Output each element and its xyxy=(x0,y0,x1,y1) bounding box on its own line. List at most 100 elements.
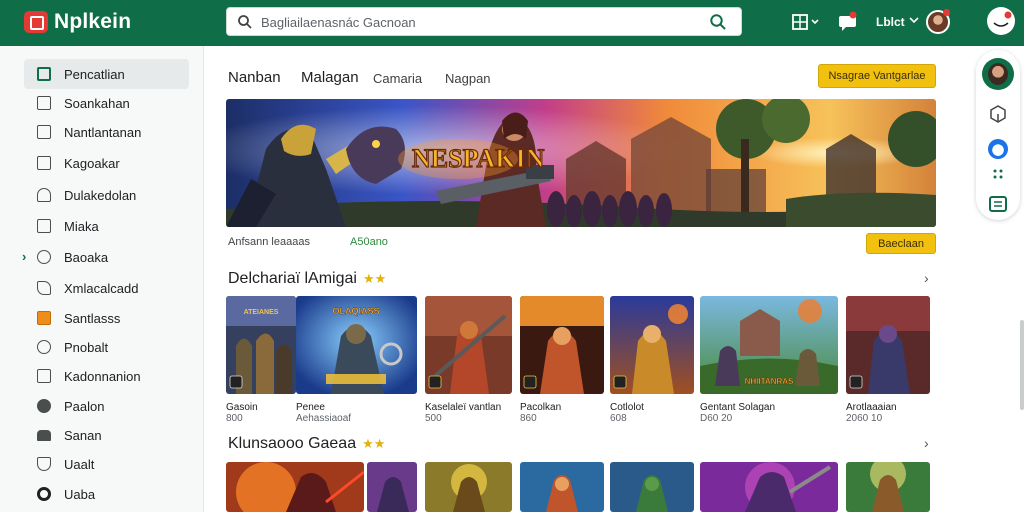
sidebar-item-1[interactable]: Soankahan xyxy=(24,88,189,118)
game-card-art[interactable] xyxy=(700,462,838,512)
chat-icon[interactable] xyxy=(838,11,858,33)
section-title-text: Delchariaï lAmigai xyxy=(228,270,357,287)
sidebar-item-7[interactable]: Xmlacalcadd xyxy=(24,273,189,303)
stars-icon: ★★ xyxy=(362,271,387,286)
card-meta: Aehassiaoaf xyxy=(296,413,352,424)
game-card[interactable]: Arotlaaaian 2060 10 xyxy=(846,296,930,424)
sidebar-item-0[interactable]: Pencatlian xyxy=(24,59,189,89)
flag-icon xyxy=(37,311,51,325)
tab-3[interactable]: Nagpan xyxy=(445,71,491,86)
apps-grid-icon[interactable] xyxy=(792,13,820,31)
search-submit-icon[interactable] xyxy=(709,13,727,31)
banner-cta-button[interactable]: Baeclaan xyxy=(866,233,936,254)
card-art-text: OLAQIASS xyxy=(332,306,379,316)
card-title: Cotlolot xyxy=(610,402,644,413)
top-cta-button[interactable]: Nsagrae Vantgarlae xyxy=(818,64,936,88)
sidebar-item-label: Paalon xyxy=(64,398,105,414)
sidebar-item-4[interactable]: Dulakedolan xyxy=(24,180,189,210)
sidebar-item-13[interactable]: Uaalt xyxy=(24,449,189,479)
book-icon xyxy=(37,125,51,139)
game-art xyxy=(846,296,930,394)
sidebar-item-label: Pencatlian xyxy=(64,66,125,82)
game-art: OLAQIASS xyxy=(296,296,417,394)
chevron-right-icon[interactable]: › xyxy=(924,270,929,286)
game-card[interactable]: NHIITANRAS Gentant Solagan D60 20 xyxy=(700,296,838,424)
tab-2[interactable]: Camaria xyxy=(373,71,422,86)
sidebar-item-label: Kagoakar xyxy=(64,155,120,171)
store-icon xyxy=(37,67,51,81)
dots-icon[interactable] xyxy=(993,169,1003,179)
main-content: Nanban Malagan Camaria Nagpan Nsagrae Va… xyxy=(204,46,976,512)
game-card[interactable]: OLAQIASS Penee Aehassiaoaf xyxy=(296,296,417,424)
game-card[interactable]: ATEIANES Gasoin 800 xyxy=(226,296,296,424)
tag-icon xyxy=(37,281,51,295)
sidebar-item-label: Miaka xyxy=(64,218,99,234)
game-card[interactable]: Pacolkan 860 xyxy=(520,296,604,424)
game-card-art[interactable] xyxy=(425,462,512,512)
info-icon[interactable]: ⬤ xyxy=(988,139,1008,159)
search-box[interactable] xyxy=(226,7,742,36)
user-label[interactable]: Lblct xyxy=(876,15,905,29)
game-art xyxy=(425,296,512,394)
game-card[interactable]: Kaselaleï vantlan 500 xyxy=(425,296,512,424)
avatar-photo xyxy=(988,63,1008,85)
card-meta: 2060 10 xyxy=(846,413,883,424)
section-title-2: Klunsaooo Gaeaa ★★ xyxy=(228,435,385,453)
card-meta: D60 20 xyxy=(700,413,733,424)
game-card-art[interactable] xyxy=(367,462,417,512)
game-card-art[interactable] xyxy=(846,462,930,512)
sidebar-item-5[interactable]: Miaka xyxy=(24,211,189,241)
section-title-1: Delchariaï lAmigai ★★ xyxy=(228,270,386,288)
tab-1[interactable]: Malagan xyxy=(301,69,359,86)
sidebar-item-11[interactable]: Paalon xyxy=(24,391,189,421)
game-card-art[interactable] xyxy=(226,462,364,512)
right-rail: ⬤ xyxy=(976,50,1020,220)
game-card[interactable]: Cotlolot 608 xyxy=(610,296,694,424)
chevron-down-icon[interactable] xyxy=(909,16,919,24)
banner-art: NESPAKIN xyxy=(226,99,936,227)
sidebar: › Pencatlian Soankahan Nantlantanan Kago… xyxy=(0,46,204,512)
svg-text:⬤: ⬤ xyxy=(992,144,1004,156)
sidebar-item-label: Xmlacalcadd xyxy=(64,280,139,296)
sidebar-item-8[interactable]: Santlasss xyxy=(24,303,189,333)
square-icon xyxy=(37,96,51,110)
folder-icon[interactable] xyxy=(989,195,1007,213)
game-art: ATEIANES xyxy=(226,296,296,394)
sidebar-item-6[interactable]: Baoaka xyxy=(24,242,189,272)
card-art-text: NHIITANRAS xyxy=(745,377,794,386)
game-card-art[interactable] xyxy=(520,462,604,512)
cube-icon[interactable] xyxy=(989,105,1007,123)
sidebar-item-14[interactable]: Uaba xyxy=(24,479,189,509)
app-name[interactable]: Nplkein xyxy=(54,10,131,34)
profile-icon xyxy=(993,11,1012,27)
sidebar-item-12[interactable]: Sanan xyxy=(24,420,189,450)
sidebar-item-2[interactable]: Nantlantanan xyxy=(24,117,189,147)
game-art xyxy=(610,296,694,394)
sidebar-item-label: Baoaka xyxy=(64,249,109,265)
search-input[interactable] xyxy=(261,12,701,32)
search-icon xyxy=(238,15,252,29)
avatar[interactable] xyxy=(982,58,1014,90)
card-title: Gasoin xyxy=(226,402,258,413)
app-logo-icon[interactable] xyxy=(24,11,48,33)
chevron-right-icon[interactable]: › xyxy=(924,435,929,451)
section-title-text: Klunsaooo Gaeaa xyxy=(228,435,357,452)
card-title: Gentant Solagan xyxy=(700,402,776,413)
featured-banner[interactable]: NESPAKIN xyxy=(226,99,936,227)
sidebar-item-label: Santlasss xyxy=(64,310,121,326)
square-icon xyxy=(37,156,51,170)
game-card-art[interactable] xyxy=(610,462,694,512)
profile-button[interactable] xyxy=(987,7,1015,35)
coin-icon xyxy=(37,487,51,501)
game-art: NHIITANRAS xyxy=(700,296,838,394)
card-art-text: ATEIANES xyxy=(244,309,279,316)
scrollbar[interactable] xyxy=(1020,320,1024,410)
tab-0[interactable]: Nanban xyxy=(228,69,281,86)
sidebar-item-3[interactable]: Kagoakar xyxy=(24,148,189,178)
sidebar-item-9[interactable]: Pnobalt xyxy=(24,332,189,362)
top-bar: Nplkein Lblct xyxy=(0,0,1024,46)
sidebar-item-label: Uaba xyxy=(64,486,96,502)
sidebar-item-10[interactable]: Kadonnanion xyxy=(24,361,189,391)
disc-icon xyxy=(37,399,51,413)
frame-icon xyxy=(37,219,51,233)
